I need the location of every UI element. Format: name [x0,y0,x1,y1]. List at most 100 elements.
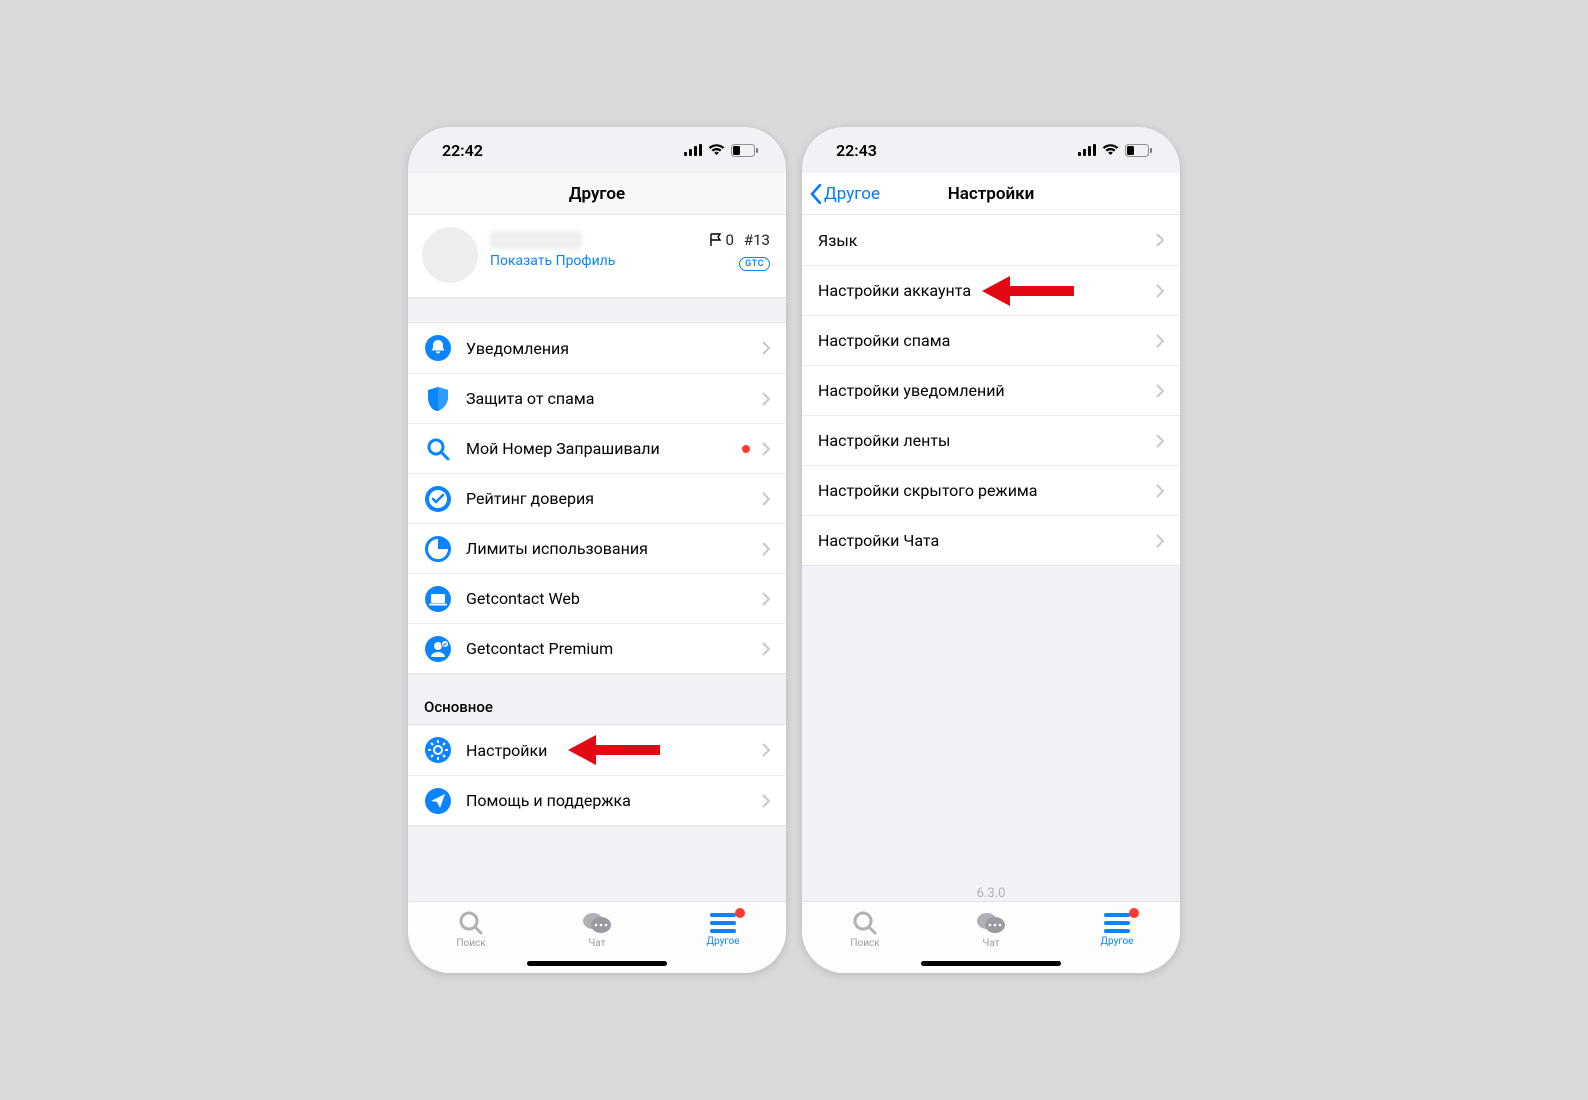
chevron-right-icon [762,542,770,556]
row-hidden-mode-settings[interactable]: Настройки скрытого режима [802,465,1180,515]
pie-icon [425,536,451,562]
chat-icon [582,910,612,936]
row-spam-protection[interactable]: Защита от спама [408,373,786,423]
cellular-icon [1078,144,1096,156]
chevron-right-icon [1156,233,1164,247]
row-label: Защита от спама [466,389,762,408]
profile-card[interactable]: Показать Профиль 0 #13 GTC [408,215,786,298]
row-label: Настройки скрытого режима [818,481,1156,500]
bell-icon [425,335,451,361]
laptop-icon [425,586,451,612]
home-indicator [527,961,667,966]
search-icon [426,437,450,461]
tab-search[interactable]: Поиск [802,902,928,957]
premium-icon [425,636,451,662]
notification-dot [742,445,750,453]
chevron-right-icon [762,442,770,456]
phone-left: 22:42 Другое Показать Профиль [408,127,786,973]
row-label: Настройки аккаунта [818,281,1156,300]
chevron-right-icon [1156,434,1164,448]
page-title: Настройки [948,184,1035,204]
search-icon [852,910,878,936]
chevron-right-icon [1156,334,1164,348]
status-bar: 22:43 [802,127,1180,173]
tab-label: Другое [707,936,740,947]
row-label: Уведомления [466,339,762,358]
menu-icon [710,912,736,934]
row-notifications[interactable]: Уведомления [408,323,786,373]
row-usage-limits[interactable]: Лимиты использования [408,523,786,573]
row-label: Настройки [466,741,762,760]
header: Другое [408,173,786,215]
tab-label: Другое [1101,936,1134,947]
check-badge-icon [425,486,451,512]
settings-list: Язык Настройки аккаунта Настройки спама … [802,215,1180,566]
status-bar: 22:42 [408,127,786,173]
row-notification-settings[interactable]: Настройки уведомлений [802,365,1180,415]
chevron-right-icon [1156,484,1164,498]
shield-icon [426,386,450,412]
chevron-left-icon [810,184,822,204]
row-label: Язык [818,231,1156,250]
hash-count: #13 [744,231,770,249]
row-label: Помощь и поддержка [466,791,762,810]
row-number-requested[interactable]: Мой Номер Запрашивали [408,423,786,473]
content-scroll[interactable]: Показать Профиль 0 #13 GTC [408,215,786,901]
chevron-right-icon [762,392,770,406]
page-title: Другое [569,184,625,204]
row-label: Мой Номер Запрашивали [466,439,742,458]
chat-icon [976,910,1006,936]
row-account-settings[interactable]: Настройки аккаунта [802,265,1180,315]
show-profile-link[interactable]: Показать Профиль [490,253,709,269]
gtc-badge: GTC [739,257,770,271]
back-button[interactable]: Другое [810,173,880,214]
row-getcontact-web[interactable]: Getcontact Web [408,573,786,623]
row-getcontact-premium[interactable]: Getcontact Premium [408,623,786,673]
tab-chat[interactable]: Чат [928,902,1054,957]
battery-icon [731,144,758,157]
flag-icon [709,233,723,247]
send-icon [425,788,451,814]
row-label: Настройки спама [818,331,1156,350]
status-icons [684,144,758,157]
row-trust-rating[interactable]: Рейтинг доверия [408,473,786,523]
version-label: 6.3.0 [802,878,1180,901]
row-label: Настройки ленты [818,431,1156,450]
avatar [422,227,478,283]
row-label: Настройки уведомлений [818,381,1156,400]
wifi-icon [708,144,725,156]
row-label: Getcontact Premium [466,639,762,658]
row-label: Рейтинг доверия [466,489,762,508]
tab-other[interactable]: Другое [660,902,786,957]
tab-search[interactable]: Поиск [408,902,534,957]
chevron-right-icon [1156,534,1164,548]
row-help-support[interactable]: Помощь и поддержка [408,775,786,825]
row-feed-settings[interactable]: Настройки ленты [802,415,1180,465]
row-label: Getcontact Web [466,589,762,608]
tab-other[interactable]: Другое [1054,902,1180,957]
tab-label: Чат [982,938,999,949]
profile-name-blurred [490,231,582,249]
header: Другое Настройки [802,173,1180,215]
row-chat-settings[interactable]: Настройки Чата [802,515,1180,565]
chevron-right-icon [762,794,770,808]
phone-right: 22:43 Другое Настройки Язык Настрой [802,127,1180,973]
flag-count: 0 [725,231,733,249]
status-time: 22:42 [442,141,483,160]
chevron-right-icon [762,743,770,757]
section-label-main: Основное [408,698,786,724]
content-scroll[interactable]: Язык Настройки аккаунта Настройки спама … [802,215,1180,901]
menu-icon [1104,912,1130,934]
search-icon [458,910,484,936]
tab-label: Чат [588,938,605,949]
chevron-right-icon [1156,384,1164,398]
row-language[interactable]: Язык [802,215,1180,265]
tab-chat[interactable]: Чат [534,902,660,957]
menu-section-1: Уведомления Защита от спама Мой Номер За… [408,322,786,674]
row-spam-settings[interactable]: Настройки спама [802,315,1180,365]
gear-icon [425,737,451,763]
menu-section-2: Настройки Помощь и поддержка [408,724,786,826]
battery-icon [1125,144,1152,157]
status-icons [1078,144,1152,157]
row-settings[interactable]: Настройки [408,725,786,775]
